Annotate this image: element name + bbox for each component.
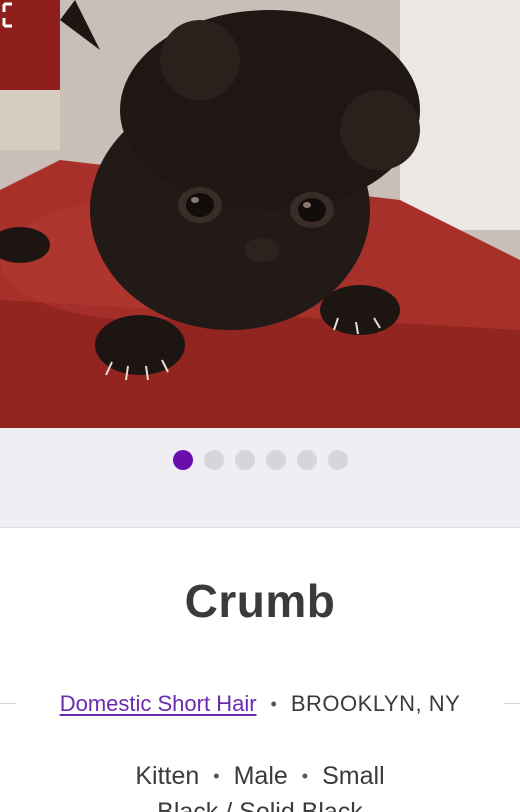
traits-row: Kitten • Male • Small [0, 762, 520, 791]
photo-carousel-indicator [0, 428, 520, 528]
location-text: BROOKLYN, NY [290, 691, 461, 716]
breed-location-row: Domestic Short Hair • BROOKLYN, NY [0, 688, 520, 720]
age-text: Kitten [135, 762, 200, 790]
separator-dot: • [270, 693, 277, 714]
carousel-dot-4[interactable] [265, 450, 286, 470]
size-text: Small [322, 762, 385, 790]
color-text: Black / Solid Black [0, 800, 520, 812]
divider-right [504, 703, 520, 704]
carousel-dot-1[interactable] [172, 450, 193, 470]
separator-dot: • [213, 766, 220, 786]
pet-name: Crumb [184, 575, 336, 627]
carousel-dot-5[interactable] [296, 450, 317, 470]
sex-text: Male [233, 762, 288, 790]
divider-left [0, 703, 16, 704]
pet-photo[interactable] [0, 0, 520, 428]
pet-info-section: Crumb Domestic Short Hair • BROOKLYN, NY… [0, 528, 520, 812]
carousel-dot-3[interactable] [234, 450, 255, 470]
expand-icon[interactable] [0, 0, 20, 30]
separator-dot: • [301, 766, 309, 786]
kitten-photo-illustration [0, 0, 520, 428]
carousel-dot-6[interactable] [327, 450, 348, 470]
carousel-dot-2[interactable] [203, 450, 224, 470]
breed-link[interactable]: Domestic Short Hair [60, 691, 257, 717]
